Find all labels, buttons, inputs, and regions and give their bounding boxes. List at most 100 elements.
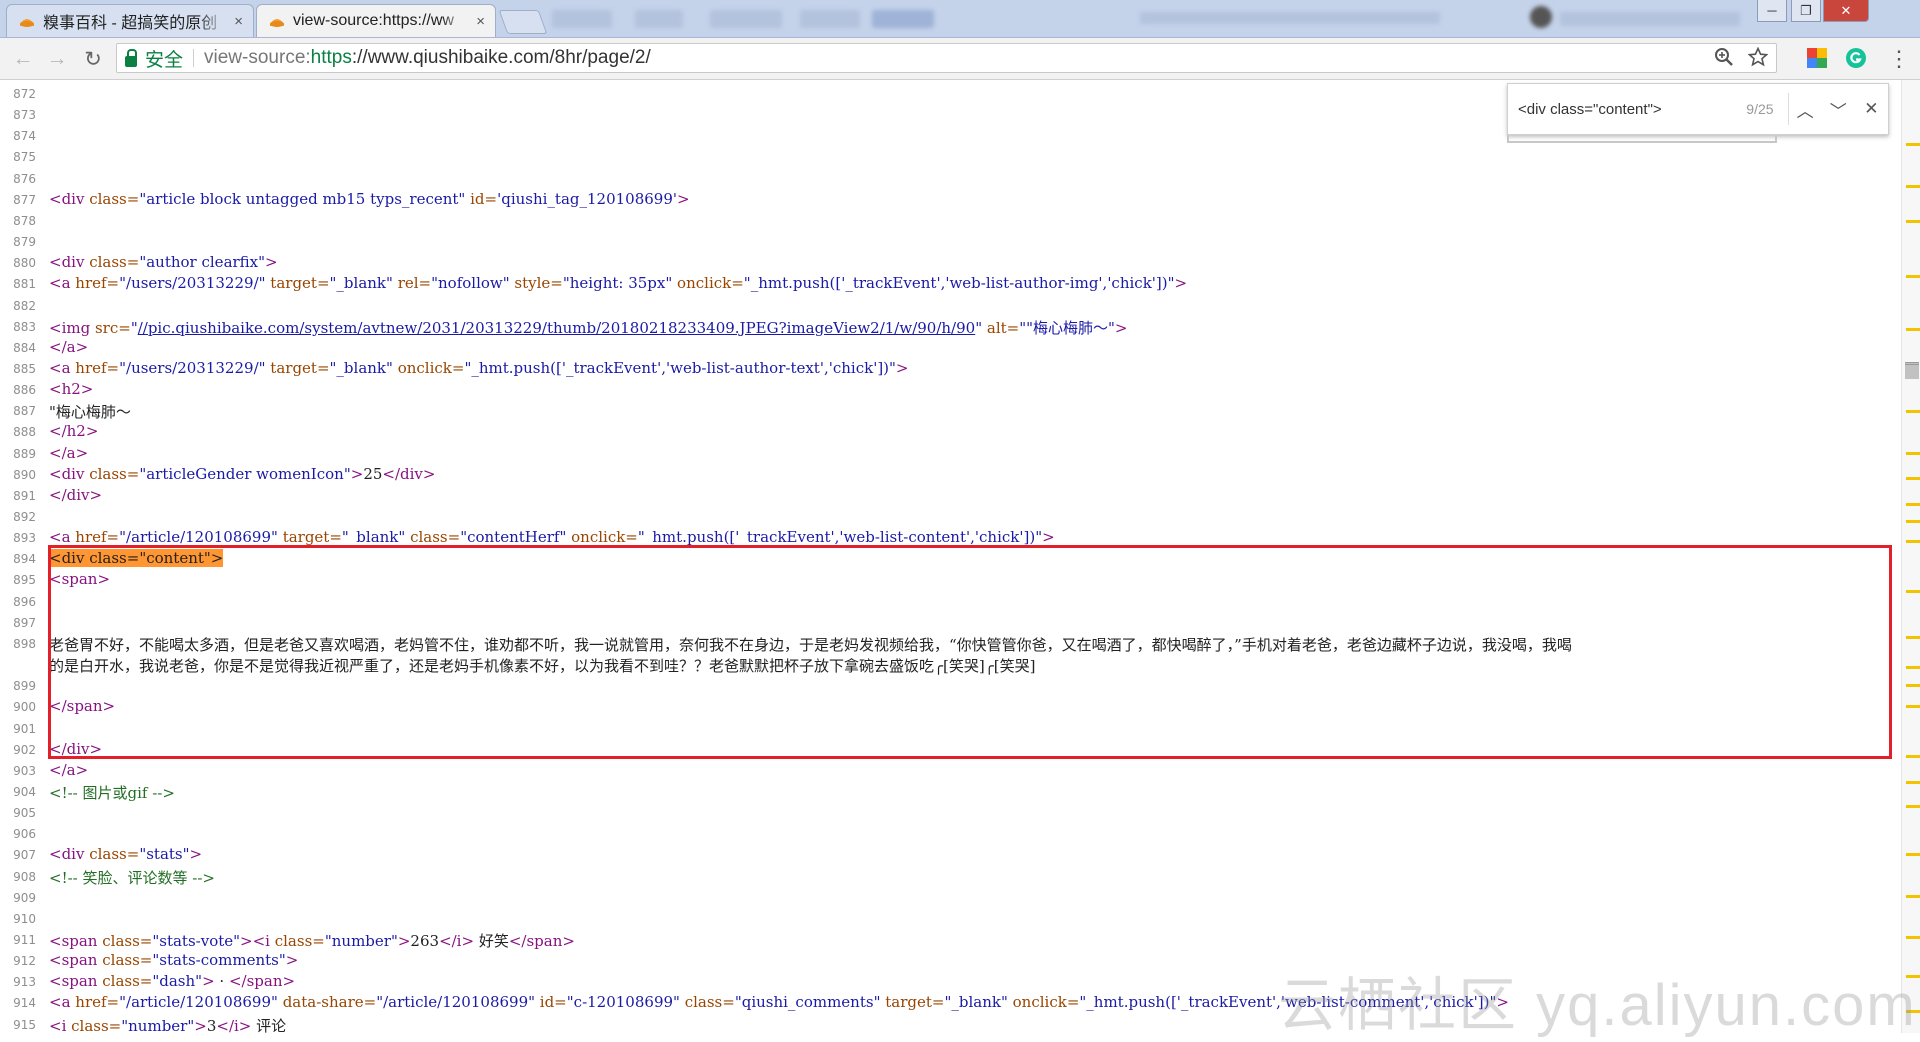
attr-value-token: "/article/120108699" bbox=[376, 993, 536, 1012]
find-bar: <div class="content"> 9/25 ︿ ﹀ ✕ bbox=[1507, 83, 1889, 135]
omnibox-actions bbox=[1714, 47, 1768, 67]
source-line: 908 <!-- 笑脸、评论数等 --> bbox=[0, 866, 1900, 887]
attr-value-token: "c-120108699" bbox=[566, 993, 680, 1012]
reload-button[interactable]: ↻ bbox=[80, 46, 106, 72]
attr-value-token: "stats" bbox=[139, 845, 190, 864]
line-number: 882 bbox=[13, 298, 36, 313]
close-window-button[interactable]: ✕ bbox=[1823, 0, 1869, 22]
attr-name-token: class= bbox=[89, 464, 140, 483]
line-number: 898 bbox=[13, 636, 36, 651]
line-number: 906 bbox=[13, 827, 36, 842]
attr-name-token: id= bbox=[535, 993, 567, 1012]
tag-token: <div bbox=[49, 253, 90, 272]
attr-value-token: "/article/120108699" bbox=[119, 528, 278, 547]
line-code: </a> bbox=[49, 444, 88, 462]
line-number: 889 bbox=[13, 446, 36, 461]
tag-token: > bbox=[265, 253, 278, 272]
find-previous-button[interactable]: ︿ bbox=[1789, 97, 1822, 122]
attr-name-token: href= bbox=[75, 274, 120, 293]
attr-name-token: onclick= bbox=[392, 358, 465, 377]
source-line: 875 bbox=[0, 146, 1900, 167]
match-marker bbox=[1906, 328, 1920, 331]
line-number: 901 bbox=[13, 721, 36, 736]
find-next-button[interactable]: ﹀ bbox=[1822, 97, 1855, 122]
zoom-icon[interactable] bbox=[1714, 47, 1734, 67]
match-marker bbox=[1906, 853, 1920, 856]
secure-label: 安全 bbox=[145, 49, 184, 71]
line-code: </a> bbox=[49, 761, 88, 779]
new-tab-button[interactable] bbox=[498, 10, 548, 34]
attr-value-token: "author clearfix" bbox=[139, 253, 266, 272]
line-number: 896 bbox=[13, 594, 36, 609]
minimize-button[interactable]: ─ bbox=[1757, 0, 1787, 22]
line-code: <span class="stats-vote"><i class="numbe… bbox=[49, 930, 575, 951]
source-line: 888 </h2> bbox=[0, 421, 1900, 442]
line-number: 907 bbox=[13, 848, 36, 863]
source-line: 897 bbox=[0, 612, 1900, 633]
bookmark-star-icon[interactable] bbox=[1748, 47, 1768, 67]
tag-token: ><i bbox=[240, 932, 275, 950]
tag-token: > bbox=[1042, 528, 1055, 547]
attr-value-token: "stats-vote" bbox=[152, 932, 241, 950]
line-number: 909 bbox=[13, 890, 36, 905]
match-marker bbox=[1906, 666, 1920, 669]
tag-token: </div> bbox=[49, 739, 103, 758]
address-bar[interactable]: 安全 view-source: https://www.qiushibaike.c… bbox=[116, 43, 1777, 73]
scrollbar-thumb[interactable] bbox=[1905, 362, 1919, 379]
attr-name-token: href= bbox=[75, 993, 120, 1012]
tab-view-source[interactable]: view-source:https://ww × bbox=[256, 4, 496, 37]
forward-button[interactable]: → bbox=[44, 46, 70, 72]
line-number: 900 bbox=[13, 700, 36, 715]
tag-token: </a> bbox=[49, 760, 89, 779]
extension-colorful-icon[interactable] bbox=[1806, 47, 1828, 69]
line-code: <span class="stats-comments"> bbox=[49, 951, 298, 969]
attr-name-token: class= bbox=[102, 972, 153, 991]
attr-value-token: "_hmt.push(['_trackEvent','web-list-auth… bbox=[464, 358, 896, 377]
attr-value-token: "_blank" bbox=[329, 358, 393, 377]
url-path: ://www.qiushibaike.com/8hr/page/2/ bbox=[351, 47, 651, 68]
grammarly-extension-icon[interactable] bbox=[1845, 47, 1867, 69]
back-button[interactable]: ← bbox=[10, 46, 36, 72]
source-line: 877 <div class="article block untagged mb… bbox=[0, 189, 1900, 210]
tag-token: </a> bbox=[49, 443, 89, 462]
tag-token: <div bbox=[49, 464, 90, 483]
attr-name-token: class= bbox=[102, 932, 153, 950]
find-close-button[interactable]: ✕ bbox=[1855, 99, 1888, 119]
maximize-button[interactable]: ❐ bbox=[1791, 0, 1821, 22]
tag-token: </i> bbox=[439, 932, 475, 950]
source-line: 893 <a href="/article/120108699" target="… bbox=[0, 527, 1900, 548]
find-input[interactable]: <div class="content"> bbox=[1518, 101, 1723, 118]
line-number: 892 bbox=[13, 510, 36, 524]
tab-strip: 糗事百科 - 超搞笑的原创 × view-source:https://ww ×… bbox=[0, 0, 1920, 38]
chrome-menu-button[interactable]: ⋮ bbox=[1886, 46, 1912, 72]
line-number: 883 bbox=[13, 319, 36, 334]
attr-name-token: class= bbox=[679, 993, 735, 1012]
attr-value-token: "_blank" bbox=[329, 274, 393, 293]
match-marker bbox=[1906, 540, 1920, 543]
attr-name-token: class= bbox=[89, 253, 140, 272]
match-marker bbox=[1906, 936, 1920, 939]
attr-value-token: "number" bbox=[324, 932, 398, 950]
line-code: </div> bbox=[49, 486, 102, 504]
link-token[interactable]: //pic.qiushibaike.com/system/avtnew/2031… bbox=[138, 319, 975, 337]
blurred-bookmark bbox=[710, 10, 782, 28]
line-code: <a href="/users/20313229/" target="_blan… bbox=[49, 359, 909, 377]
tag-token: <span bbox=[49, 972, 103, 991]
vertical-scrollbar[interactable] bbox=[1901, 80, 1920, 1033]
attr-name-token: rel= bbox=[392, 274, 432, 293]
line-code: <a href="/article/120108699" target="_bl… bbox=[49, 528, 1055, 546]
source-line: 899 bbox=[0, 675, 1900, 696]
close-tab-icon[interactable]: × bbox=[234, 13, 243, 30]
source-line: 892 bbox=[0, 506, 1900, 527]
tab-qiushibaike[interactable]: 糗事百科 - 超搞笑的原创 × bbox=[6, 4, 254, 37]
tag-token: > bbox=[397, 932, 411, 950]
qiushibaike-favicon-icon bbox=[20, 19, 34, 27]
profile-avatar[interactable] bbox=[1530, 6, 1552, 28]
attr-name-token: class= bbox=[71, 1016, 122, 1033]
source-line: 901 bbox=[0, 718, 1900, 739]
tag-token: </span> bbox=[49, 697, 116, 716]
find-match-highlight: <div class="content"> bbox=[49, 549, 224, 568]
tag-token: </i> bbox=[216, 1016, 252, 1033]
close-tab-icon[interactable]: × bbox=[476, 13, 485, 30]
line-code: <a href="/users/20313229/" target="_blan… bbox=[49, 274, 1187, 292]
